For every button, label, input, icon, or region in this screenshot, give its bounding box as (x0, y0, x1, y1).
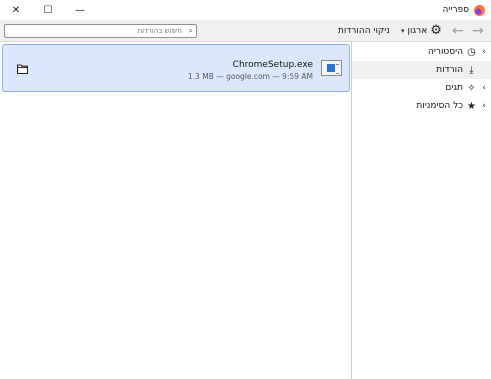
back-button[interactable]: → (472, 20, 484, 41)
sidebar-item-label: תגים (445, 83, 463, 93)
maximize-icon: ☐ (43, 4, 53, 16)
firefox-logo-icon (474, 4, 485, 16)
close-button[interactable]: ✕ (0, 0, 32, 20)
arrow-right-icon: → (472, 22, 484, 39)
minimize-icon: — (75, 4, 85, 16)
sidebar-item-label: כל הסימניות (416, 101, 463, 111)
forward-button[interactable]: ← (452, 20, 464, 41)
sidebar-item-downloads[interactable]: הורדות ⤓ (352, 61, 491, 79)
sidebar-item-tags[interactable]: תגים ✧ ‹ (352, 79, 491, 97)
chevron-left-icon[interactable]: ‹ (480, 101, 488, 111)
clock-icon: ◷ (467, 46, 476, 58)
open-folder-button[interactable] (15, 62, 29, 76)
chevron-down-icon: ▾ (401, 26, 405, 35)
gear-icon: ⚙ (430, 23, 442, 38)
close-icon: ✕ (11, 4, 21, 16)
sidebar-item-all-bookmarks[interactable]: כל הסימניות ★ ‹ (352, 97, 491, 115)
window-title: ספרייה (443, 0, 485, 20)
window-title-text: ספרייה (442, 5, 469, 15)
sidebar-item-label: הורדות (436, 65, 463, 75)
clear-downloads-label: ניקוי ההורדות (338, 25, 390, 36)
title-bar: ✕ ☐ — ספרייה (0, 0, 491, 20)
folder-icon (16, 64, 28, 74)
minimize-button[interactable]: — (64, 0, 96, 20)
chevron-left-icon[interactable]: ‹ (480, 83, 488, 93)
organize-menu-button[interactable]: ⚙ ארגון ▾ (401, 20, 442, 41)
arrow-left-icon: ← (452, 22, 464, 39)
star-icon: ★ (467, 100, 476, 112)
downloads-list: ChromeSetup.exe 1.3 MB — google.com — 9:… (0, 42, 351, 379)
download-meta: 1.3 MB — google.com — 9:59 AM (187, 72, 313, 81)
chevron-left-icon[interactable]: ‹ (480, 47, 488, 57)
tags-icon: ✧ (467, 82, 476, 94)
exe-file-icon (321, 60, 342, 76)
organize-label: ארגון (407, 25, 428, 36)
sidebar-item-label: היסטוריה (428, 47, 463, 57)
sidebar-item-history[interactable]: היסטוריה ◷ ‹ (352, 43, 491, 61)
download-item[interactable]: ChromeSetup.exe 1.3 MB — google.com — 9:… (2, 44, 350, 92)
toolbar: ⌕ ניקוי ההורדות ⚙ ארגון ▾ ← → (0, 20, 491, 42)
search-input[interactable] (5, 25, 196, 37)
download-file-name: ChromeSetup.exe (232, 60, 313, 70)
download-icon: ⤓ (469, 64, 474, 76)
maximize-button[interactable]: ☐ (32, 0, 64, 20)
search-icon: ⌕ (188, 26, 193, 35)
clear-downloads-button[interactable]: ניקוי ההורדות (338, 20, 390, 41)
sidebar: היסטוריה ◷ ‹ הורדות ⤓ תגים ✧ ‹ כל הסימני… (351, 42, 491, 379)
search-box[interactable]: ⌕ (4, 24, 197, 38)
